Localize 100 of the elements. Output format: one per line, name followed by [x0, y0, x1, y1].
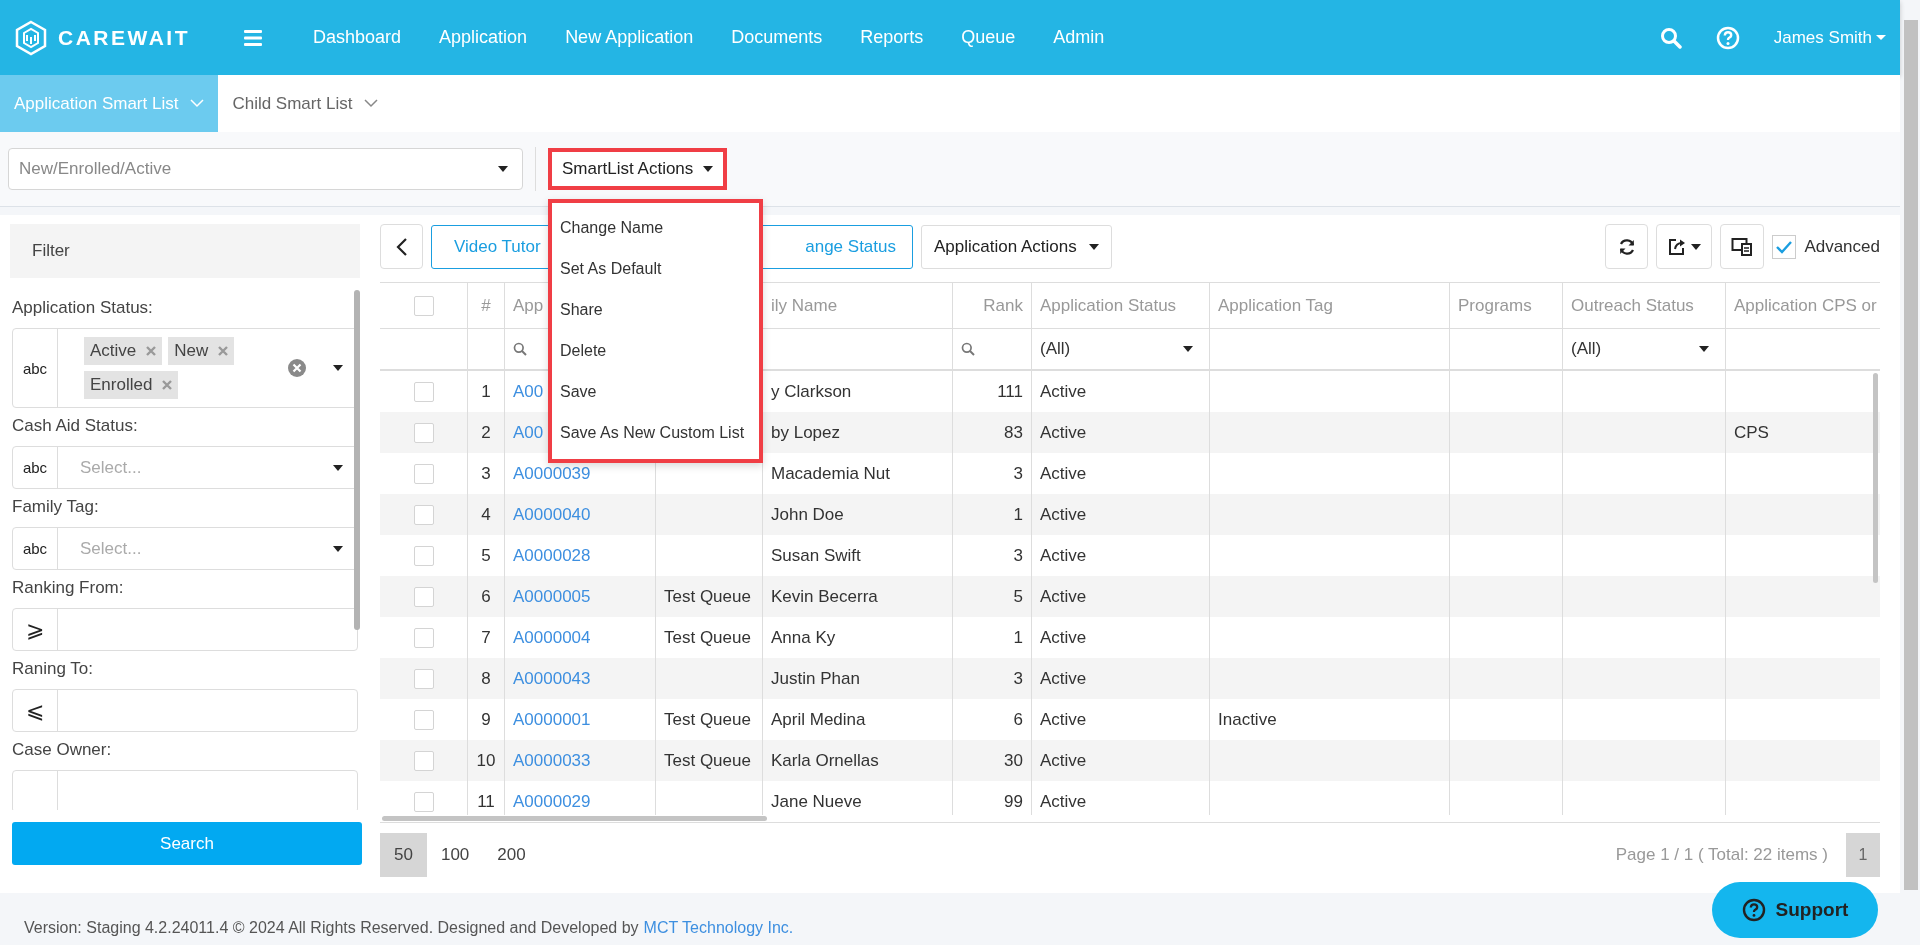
page-size-option[interactable]: 50: [380, 833, 427, 877]
table-cell: John Doe: [771, 504, 844, 525]
nav-link[interactable]: Queue: [942, 27, 1035, 48]
column-filter-select[interactable]: (All): [1040, 339, 1201, 359]
application-id-link[interactable]: A0000040: [513, 504, 591, 525]
table-cell: 1: [1013, 504, 1023, 525]
remove-icon[interactable]: [162, 380, 173, 390]
back-button[interactable]: [380, 224, 423, 269]
search-icon[interactable]: [961, 342, 975, 356]
menu-item[interactable]: Delete: [552, 330, 759, 371]
row-checkbox[interactable]: [413, 545, 434, 566]
application-id-link[interactable]: A00: [513, 422, 544, 443]
table-cell: Test Queue: [664, 586, 751, 607]
export-button[interactable]: [1656, 224, 1713, 269]
table-cell: Active: [1040, 668, 1087, 689]
row-checkbox[interactable]: [413, 381, 434, 402]
advanced-label: Advanced: [1804, 236, 1880, 257]
row-checkbox[interactable]: [413, 791, 434, 812]
menu-item[interactable]: Share: [552, 289, 759, 330]
page-scrollbar[interactable]: [1904, 20, 1918, 890]
application-id-link[interactable]: A0000033: [513, 750, 591, 771]
input-field[interactable]: ⩽: [12, 689, 358, 732]
row-checkbox[interactable]: [413, 627, 434, 648]
page-number-button[interactable]: 1: [1846, 833, 1880, 877]
row-checkbox[interactable]: [413, 750, 434, 771]
refresh-button[interactable]: [1605, 224, 1649, 269]
table-cell: Test Queue: [664, 627, 751, 648]
row-checkbox[interactable]: [413, 668, 434, 689]
column-header[interactable]: Application Tag: [1218, 295, 1333, 316]
remove-icon[interactable]: [218, 346, 229, 356]
remove-icon[interactable]: [146, 346, 157, 356]
smartlist-actions-button[interactable]: SmartList Actions: [548, 148, 728, 190]
select-all-checkbox[interactable]: [413, 295, 434, 316]
table-cell: 2: [481, 422, 491, 443]
table-cell: 3: [481, 463, 491, 484]
smart-list-tab[interactable]: Child Smart List: [218, 75, 393, 132]
column-header[interactable]: #: [481, 295, 491, 316]
help-icon[interactable]: [1715, 25, 1740, 50]
application-id-link[interactable]: A0000005: [513, 586, 591, 607]
input-field[interactable]: [12, 770, 358, 810]
column-header[interactable]: Outreach Status: [1571, 295, 1694, 316]
horizontal-scrollbar[interactable]: [382, 816, 767, 821]
row-checkbox[interactable]: [413, 422, 434, 443]
table-cell: y Clarkson: [771, 381, 852, 402]
company-link[interactable]: MCT Technology Inc.: [643, 919, 794, 945]
row-checkbox[interactable]: [413, 463, 434, 484]
user-menu[interactable]: James Smith: [1773, 27, 1886, 48]
column-header[interactable]: Application CPS or: [1734, 295, 1877, 316]
row-checkbox[interactable]: [413, 709, 434, 730]
table-cell: Active: [1040, 586, 1087, 607]
page-size-option[interactable]: 100: [426, 833, 484, 877]
menu-icon[interactable]: [244, 29, 262, 46]
nav-link[interactable]: Admin: [1034, 27, 1124, 48]
smart-list-tab[interactable]: Application Smart List: [0, 75, 219, 132]
menu-item[interactable]: Save: [552, 371, 759, 412]
application-id-link[interactable]: A0000004: [513, 627, 591, 648]
application-id-link[interactable]: A0000001: [513, 709, 591, 730]
application-id-link[interactable]: A0000029: [513, 791, 591, 812]
table-cell: Karla Ornellas: [771, 750, 879, 771]
application-id-link[interactable]: A0000028: [513, 545, 591, 566]
support-button[interactable]: Support: [1712, 882, 1878, 938]
row-checkbox[interactable]: [413, 504, 434, 525]
application-id-link[interactable]: A00: [513, 381, 544, 402]
nav-link[interactable]: Application: [420, 27, 547, 48]
advanced-checkbox[interactable]: [1772, 234, 1797, 259]
table-cell: Anna Ky: [771, 627, 836, 648]
menu-item[interactable]: Save As New Custom List: [552, 412, 759, 453]
column-header[interactable]: App: [513, 295, 544, 316]
smart-list-select[interactable]: New/Enrolled/Active: [8, 148, 523, 190]
application-actions-button[interactable]: Application Actions: [921, 224, 1112, 269]
nav-link[interactable]: New Application: [546, 27, 713, 48]
search-button[interactable]: Search: [12, 822, 362, 865]
table-cell: 3: [1013, 668, 1023, 689]
checkmark-icon: [1775, 239, 1794, 254]
column-header[interactable]: Programs: [1458, 295, 1532, 316]
row-checkbox[interactable]: [413, 586, 434, 607]
column-filter-select[interactable]: (All): [1571, 339, 1717, 359]
table-cell: 5: [481, 545, 491, 566]
application-id-link[interactable]: A0000043: [513, 668, 591, 689]
selected-tag: Enrolled: [84, 371, 179, 399]
column-header[interactable]: Rank: [983, 295, 1023, 316]
column-header[interactable]: Application Status: [1040, 295, 1177, 316]
application-id-link[interactable]: A0000039: [513, 463, 591, 484]
vertical-scrollbar[interactable]: [1873, 373, 1878, 583]
column-header[interactable]: ily Name: [771, 295, 838, 316]
selected-tag: New: [168, 337, 235, 365]
nav-link[interactable]: Documents: [712, 27, 842, 48]
table-cell: 6: [1013, 709, 1023, 730]
chevron-left-icon: [395, 236, 408, 257]
chevron-down-icon: [190, 99, 205, 108]
page-size-option[interactable]: 200: [483, 833, 540, 877]
table-cell: 7: [481, 627, 491, 648]
nav-link[interactable]: Reports: [841, 27, 943, 48]
search-icon[interactable]: [1659, 26, 1682, 49]
search-icon[interactable]: [513, 342, 527, 356]
clear-icon[interactable]: [287, 358, 307, 378]
table-cell: 3: [1013, 463, 1023, 484]
nav-link[interactable]: Dashboard: [294, 27, 421, 48]
scrollbar-thumb[interactable]: [354, 290, 360, 630]
column-chooser-button[interactable]: [1720, 224, 1765, 269]
